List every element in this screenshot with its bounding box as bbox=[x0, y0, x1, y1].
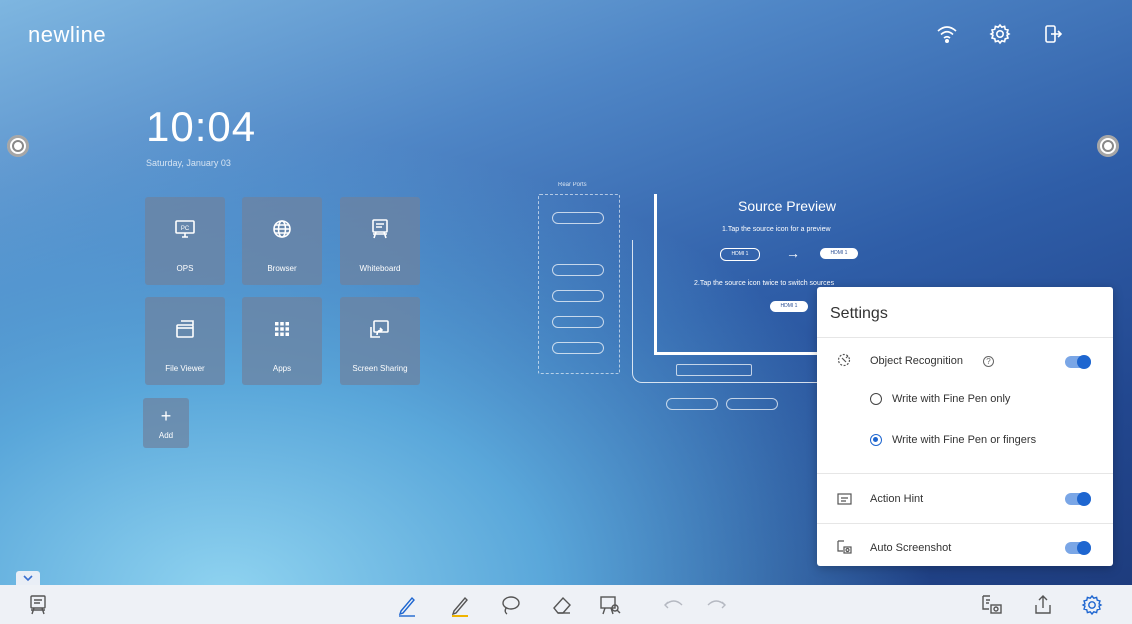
source-preview-title: Source Preview bbox=[738, 198, 837, 214]
tile-label: File Viewer bbox=[165, 364, 205, 373]
gear-icon[interactable] bbox=[988, 22, 1012, 46]
add-tile-button[interactable]: + Add bbox=[143, 398, 189, 448]
option-fine-pen-or-fingers-label[interactable]: Write with Fine Pen or fingers bbox=[892, 434, 1036, 446]
tile-file-viewer[interactable]: File Viewer bbox=[145, 297, 225, 385]
divider bbox=[817, 523, 1113, 524]
tile-label: Apps bbox=[272, 364, 292, 373]
screenshot-icon[interactable] bbox=[980, 593, 1004, 617]
apps-grid-icon bbox=[275, 322, 289, 336]
whiteboard-icon bbox=[372, 219, 388, 239]
hdmi-source-filled: HDMI 1 bbox=[820, 248, 858, 259]
add-tile-label: Add bbox=[158, 431, 174, 440]
newline-logo: newline bbox=[28, 22, 107, 47]
object-recognition-toggle[interactable] bbox=[1065, 355, 1091, 369]
port-pill bbox=[552, 316, 604, 328]
share-icon[interactable] bbox=[1031, 593, 1055, 617]
tile-apps[interactable]: Apps bbox=[242, 297, 322, 385]
exit-icon[interactable] bbox=[1041, 22, 1065, 46]
object-recognition-label: Object Recognition bbox=[870, 355, 963, 367]
action-hint-toggle[interactable] bbox=[1065, 492, 1091, 506]
globe-icon bbox=[273, 220, 291, 238]
hdmi-source-outline: HDMI 1 bbox=[720, 248, 760, 261]
collapse-toolbar-button[interactable] bbox=[16, 571, 40, 585]
tile-label: Browser bbox=[267, 264, 297, 273]
source-preview-step1: 1.Tap the source icon for a preview bbox=[722, 226, 831, 233]
undo-icon[interactable] bbox=[662, 593, 686, 617]
port-pill bbox=[552, 264, 604, 276]
settings-icon[interactable] bbox=[1080, 593, 1104, 617]
highlighter-icon[interactable] bbox=[448, 593, 472, 617]
action-hint-label: Action Hint bbox=[870, 493, 924, 505]
clock-time: 10:04 bbox=[146, 103, 257, 150]
tile-browser[interactable]: Browser bbox=[242, 197, 322, 285]
radio-fine-pen-or-fingers[interactable] bbox=[870, 434, 882, 446]
lasso-icon[interactable] bbox=[498, 593, 522, 617]
wifi-icon[interactable] bbox=[935, 22, 959, 46]
hdmi-source-filled-2: HDMI 1 bbox=[770, 301, 808, 312]
left-side-handle[interactable] bbox=[7, 135, 29, 157]
clock-date: Saturday, January 03 bbox=[146, 158, 231, 168]
pen-icon[interactable] bbox=[395, 593, 419, 617]
bottom-toolbar bbox=[0, 585, 1132, 624]
screen-share-icon bbox=[370, 320, 389, 338]
plus-icon: + bbox=[160, 406, 172, 426]
redo-icon[interactable] bbox=[704, 593, 728, 617]
tile-screen-sharing[interactable]: Screen Sharing bbox=[340, 297, 420, 385]
object-recognition-icon bbox=[835, 351, 853, 369]
settings-panel: Settings Object Recognition ? Write with… bbox=[817, 287, 1113, 566]
auto-screenshot-icon bbox=[835, 538, 853, 556]
tile-whiteboard[interactable]: Whiteboard bbox=[340, 197, 420, 285]
desktop-background: newline 10:04 Saturday, January 03 PC OP… bbox=[0, 0, 1132, 624]
auto-screenshot-label: Auto Screenshot bbox=[870, 542, 952, 554]
pc-icon: PC bbox=[175, 220, 195, 238]
tile-label: Screen Sharing bbox=[352, 364, 408, 373]
tile-label: OPS bbox=[176, 264, 194, 273]
whiteboard-icon[interactable] bbox=[26, 593, 50, 617]
help-icon[interactable]: ? bbox=[983, 356, 994, 367]
arrow-right-icon: → bbox=[786, 245, 800, 261]
option-fine-pen-only-label[interactable]: Write with Fine Pen only bbox=[892, 393, 1010, 405]
chevron-down-icon bbox=[23, 575, 33, 582]
port-strip bbox=[676, 364, 752, 376]
divider bbox=[817, 473, 1113, 474]
eraser-icon[interactable] bbox=[550, 593, 574, 617]
action-hint-icon bbox=[835, 490, 853, 508]
tile-ops[interactable]: PC OPS bbox=[145, 197, 225, 285]
settings-title: Settings bbox=[830, 305, 888, 322]
port-pill bbox=[552, 342, 604, 354]
right-side-handle[interactable] bbox=[1097, 135, 1119, 157]
present-icon[interactable] bbox=[598, 593, 622, 617]
folder-icon bbox=[176, 320, 194, 338]
port-pill bbox=[552, 290, 604, 302]
port-pill bbox=[666, 398, 718, 410]
svg-text:PC: PC bbox=[181, 226, 190, 232]
radio-fine-pen-only[interactable] bbox=[870, 393, 882, 405]
divider bbox=[817, 337, 1113, 338]
auto-screenshot-toggle[interactable] bbox=[1065, 541, 1091, 555]
port-pill bbox=[726, 398, 778, 410]
rear-ports-title: Rear Ports bbox=[558, 182, 587, 188]
source-preview-step2: 2.Tap the source icon twice to switch so… bbox=[694, 280, 835, 287]
tile-label: Whiteboard bbox=[359, 264, 401, 273]
port-pill bbox=[552, 212, 604, 224]
